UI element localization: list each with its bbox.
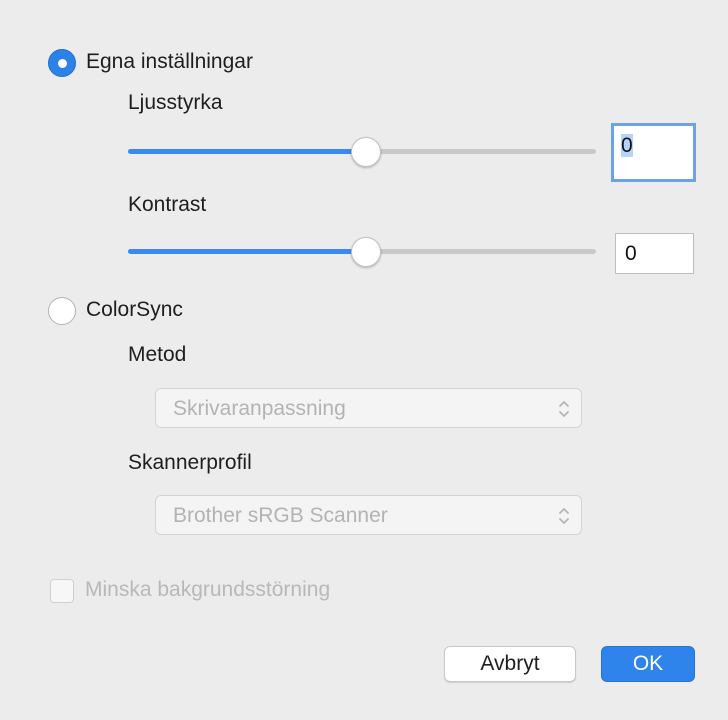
scanner-profile-select[interactable]: Brother sRGB Scanner [155, 495, 582, 535]
contrast-value-field[interactable]: 0 [615, 233, 694, 274]
method-select-value: Skrivaranpassning [173, 397, 346, 420]
custom-settings-label: Egna inställningar [86, 50, 253, 73]
scanner-profile-select-value: Brother sRGB Scanner [173, 504, 388, 527]
brightness-slider-knob[interactable] [351, 137, 381, 167]
brightness-value-field[interactable]: 0 [611, 123, 696, 182]
custom-settings-radio[interactable] [48, 49, 76, 77]
brightness-slider-fill [128, 149, 368, 154]
contrast-slider-fill [128, 249, 368, 254]
cancel-button[interactable]: Avbryt [444, 646, 576, 682]
colorsync-radio[interactable] [48, 297, 76, 325]
colorsync-label: ColorSync [86, 298, 183, 321]
reduce-noise-checkbox[interactable] [50, 579, 74, 603]
contrast-slider-knob[interactable] [351, 237, 381, 267]
reduce-noise-label: Minska bakgrundsstörning [85, 578, 331, 601]
method-select[interactable]: Skrivaranpassning [155, 388, 582, 428]
contrast-label: Kontrast [128, 193, 207, 216]
method-label: Metod [128, 343, 187, 366]
brightness-value-text: 0 [621, 134, 633, 157]
up-down-chevron-icon [559, 508, 569, 524]
brightness-label: Ljusstyrka [128, 91, 223, 114]
scanner-profile-label: Skannerprofil [128, 451, 252, 474]
ok-button[interactable]: OK [601, 646, 695, 682]
color-adjust-dialog: Egna inställningar Ljusstyrka 0 Kontrast… [0, 0, 728, 720]
contrast-value-text: 0 [625, 242, 637, 265]
up-down-chevron-icon [559, 401, 569, 417]
